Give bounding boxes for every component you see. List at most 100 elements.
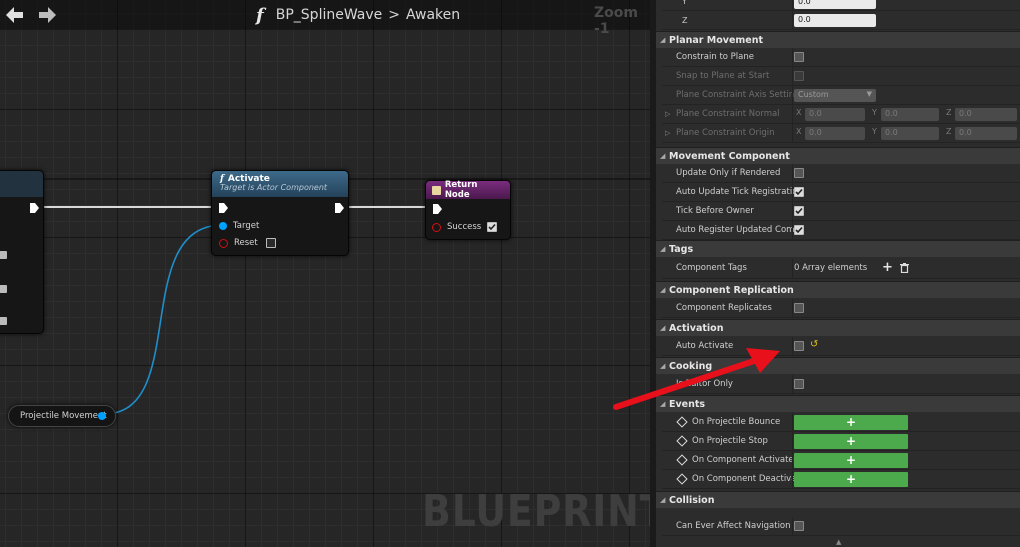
expand-triangle-icon[interactable]: ▷ [665,129,670,137]
update-only-if-rendered-checkbox[interactable] [794,168,804,178]
bool-pin-icon [219,238,228,248]
property-row-component-tags: Component Tags 0 Array elements + [662,259,1020,279]
check-icon [795,226,803,234]
auto-update-tick-checkbox[interactable] [794,187,804,197]
enum-pin-icon[interactable] [0,285,7,293]
snap-to-plane-checkbox[interactable] [794,71,804,81]
property-label: Update Only if Rendered [676,168,781,178]
tick-before-owner-checkbox[interactable] [794,206,804,216]
event-label: On Projectile Stop [692,436,768,446]
property-label: Plane Constraint Normal [676,109,780,119]
details-panel: Y 0.0 Z 0.0 ◢ Planar Movement Constrain … [650,0,1020,547]
activate-node-header: f Activate Target is Actor Component [212,171,348,197]
offscreen-node[interactable] [0,170,44,334]
axis-setting-dropdown[interactable]: Custom ▼ [794,89,876,102]
forward-arrow-icon[interactable] [38,7,56,23]
reset-to-default-icon[interactable]: ↺ [810,339,818,350]
column-divider [792,202,793,221]
breadcrumb-blueprint[interactable]: BP_SplineWave [276,7,383,23]
reset-pin[interactable]: Reset [219,238,276,248]
normal-x-field[interactable]: 0.0 [805,108,865,121]
blueprint-watermark: BLUEPRINT [422,486,650,537]
category-cooking[interactable]: ◢ Cooking [656,357,1020,374]
origin-z-field[interactable]: 0.0 [955,127,1017,140]
category-label: Tags [669,244,694,255]
z-value-field[interactable]: 0.0 [794,14,876,27]
column-divider [792,470,793,489]
breadcrumb: f BP_SplineWave > Awaken [256,4,460,26]
expand-triangle-icon[interactable]: ▷ [665,110,670,118]
exec-in-pin-icon[interactable] [218,203,228,213]
property-row-auto-update-tick: Auto Update Tick Registration [662,183,1020,202]
success-pin[interactable]: Success [432,222,498,232]
origin-y-field[interactable]: 0.0 [881,127,939,140]
reset-checkbox[interactable] [265,238,276,248]
activate-node[interactable]: f Activate Target is Actor Component Tar… [211,170,349,256]
category-tags[interactable]: ◢ Tags [656,240,1020,257]
exec-out-pin-icon[interactable] [334,203,344,213]
column-divider [792,86,793,105]
breadcrumb-function[interactable]: Awaken [406,7,460,23]
blueprint-graph-canvas[interactable]: f Activate Target is Actor Component Tar… [0,0,650,547]
axis-label-y: Y [682,0,687,6]
auto-activate-checkbox[interactable] [794,341,804,351]
category-label: Activation [669,323,724,334]
add-element-icon[interactable]: + [882,260,893,275]
property-label: Plane Constraint Origin [676,128,775,138]
component-replicates-checkbox[interactable] [794,303,804,313]
axis-label-y: Y [872,108,877,117]
axis-label-z: Z [682,16,688,25]
category-activation[interactable]: ◢ Activation [656,319,1020,336]
exec-out-pin-icon[interactable] [29,203,39,213]
return-node[interactable]: Return Node Success [425,180,511,240]
category-label: Cooking [669,361,713,372]
back-arrow-icon[interactable] [6,7,24,23]
check-icon [795,188,803,196]
category-events[interactable]: ◢ Events [656,395,1020,412]
category-collision[interactable]: ◢ Collision [656,491,1020,508]
constrain-to-plane-checkbox[interactable] [794,52,804,62]
property-row-auto-activate: Auto Activate ↺ [662,337,1020,356]
return-node-header: Return Node [426,180,510,200]
property-row-z: Z 0.0 [662,11,1020,30]
category-movement-component[interactable]: ◢ Movement Component [656,147,1020,164]
property-label: Auto Register Updated Component [676,225,794,235]
category-label: Collision [669,495,715,506]
add-event-button[interactable]: + [794,434,908,449]
normal-z-field[interactable]: 0.0 [955,108,1017,121]
success-checkbox[interactable] [487,222,498,232]
collapse-triangle-icon: ◢ [660,400,666,408]
column-divider [792,67,793,86]
property-row-tick-before-owner: Tick Before Owner [662,202,1020,221]
collapse-triangle-icon: ◢ [660,362,666,370]
target-pin[interactable]: Target [219,221,259,231]
add-event-button[interactable]: + [794,453,908,468]
property-row-update-only-if-rendered: Update Only if Rendered [662,164,1020,183]
event-row-projectile-stop: On Projectile Stop + [662,432,1020,451]
event-label: On Component Deactivated [692,474,794,484]
enum-pin-icon[interactable] [0,251,7,259]
add-event-button[interactable]: + [794,472,908,487]
category-component-replication[interactable]: ◢ Component Replication [656,281,1020,298]
projectile-movement-variable-node[interactable]: Projectile Movement [8,405,116,427]
axis-label-z: Z [946,108,952,117]
affect-navigation-checkbox[interactable] [794,521,804,531]
origin-x-field[interactable]: 0.0 [805,127,865,140]
property-row-snap-to-plane: Snap to Plane at Start [662,67,1020,86]
is-editor-only-checkbox[interactable] [794,379,804,389]
normal-y-field[interactable]: 0.0 [881,108,939,121]
event-diamond-icon [676,454,688,466]
y-value-field[interactable]: 0.0 [794,0,876,9]
event-diamond-icon [676,435,688,447]
trash-icon[interactable] [900,263,909,273]
object-pin-icon[interactable] [98,412,106,420]
zoom-level: Zoom -1 [594,5,638,37]
add-event-button[interactable]: + [794,415,908,430]
column-divider [792,517,793,536]
enum-pin-icon[interactable] [0,317,7,325]
category-label: Component Replication [669,285,794,296]
auto-register-checkbox[interactable] [794,225,804,235]
exec-in-pin-icon[interactable] [432,204,442,214]
scroll-up-chevron-icon[interactable]: ▲ [836,538,841,546]
category-planar-movement[interactable]: ◢ Planar Movement [656,31,1020,48]
